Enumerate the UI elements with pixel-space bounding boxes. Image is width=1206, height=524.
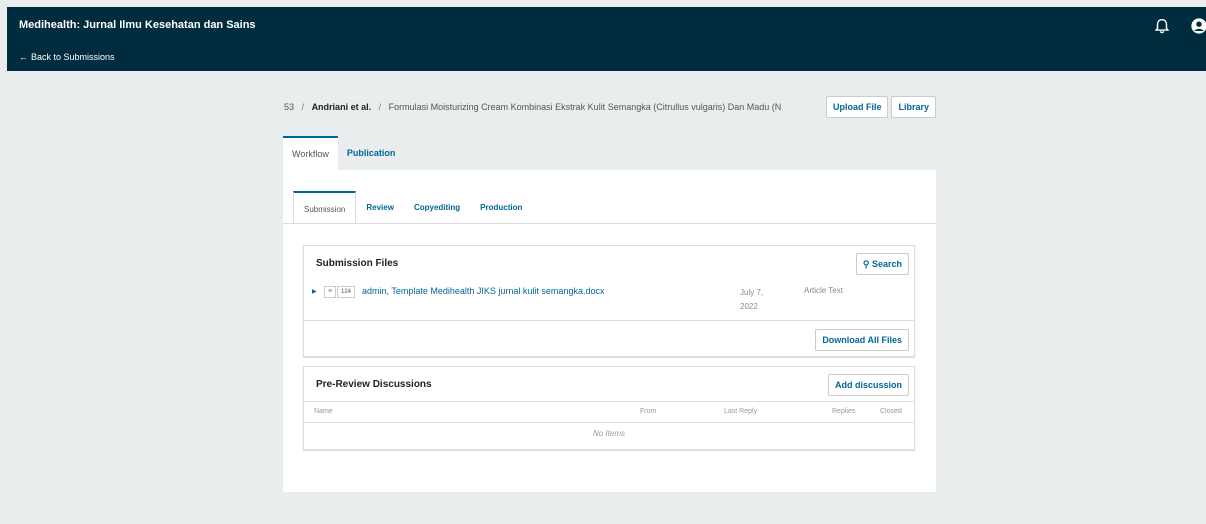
file-date: July 7, 2022 (740, 288, 764, 311)
discussions-column-headers: Name From Last Reply Replies Closed (304, 401, 914, 423)
top-bar: Medihealth: Jurnal Ilmu Kesehatan dan Sa… (7, 7, 1206, 71)
user-icon[interactable] (1190, 17, 1206, 35)
add-discussion-button[interactable]: Add discussion (827, 374, 909, 396)
upload-file-button[interactable]: Upload File (825, 96, 889, 118)
expand-caret-icon[interactable]: ▶ (312, 288, 317, 295)
discussions-title: Pre-Review Discussions (316, 379, 432, 390)
back-to-submissions-link[interactable]: ← Back to Submissions (19, 52, 115, 62)
search-button[interactable]: ⚲ Search (855, 253, 909, 275)
tab-workflow[interactable]: Workflow (283, 136, 338, 171)
site-title[interactable]: Medihealth: Jurnal Ilmu Kesehatan dan Sa… (19, 19, 256, 31)
workflow-tabs: Workflow Publication (283, 136, 404, 171)
tab-production[interactable]: Production (470, 191, 532, 224)
column-closed: Closed (880, 408, 902, 415)
pre-review-discussions-panel: Pre-Review Discussions Add discussion Na… (303, 366, 915, 450)
column-replies: Replies (832, 408, 856, 415)
column-name: Name (314, 408, 333, 415)
tab-submission[interactable]: Submission (293, 191, 357, 224)
submission-author: Andriani et al. (311, 102, 372, 112)
submission-header: 53 / Andriani et al. / Formulasi Moistur… (284, 92, 936, 122)
file-name-link[interactable]: admin, Template Medihealth JIKS jurnal k… (362, 286, 604, 296)
submission-id: 53 (284, 102, 295, 112)
back-link-label: Back to Submissions (31, 52, 115, 62)
stage-tabs: Submission Review Copyediting Production (293, 191, 532, 224)
file-row: ▶ ≡ 124 admin, Template Medihealth JIKS … (304, 281, 914, 321)
bell-icon[interactable] (1153, 17, 1171, 35)
search-label: Search (871, 259, 902, 269)
arrow-left-icon: ← (19, 52, 28, 62)
column-last-reply: Last Reply (724, 408, 758, 415)
submission-title: Formulasi Moisturizing Cream Kombinasi E… (388, 102, 782, 112)
search-icon: ⚲ (862, 259, 870, 269)
workflow-panel: Submission Review Copyediting Production… (283, 170, 936, 492)
tab-divider (283, 223, 936, 224)
submission-files-title: Submission Files (316, 258, 399, 269)
submission-files-panel: Submission Files ⚲ Search ▶ ≡ 124 admin,… (303, 245, 915, 357)
breadcrumb-separator: / (301, 102, 305, 112)
file-type: Article Text (804, 286, 843, 295)
breadcrumb: 53 / Andriani et al. / Formulasi Moistur… (284, 102, 818, 112)
document-icon: ≡ (324, 286, 336, 298)
tab-copyediting[interactable]: Copyediting (404, 191, 470, 224)
download-all-files-button[interactable]: Download All Files (815, 329, 909, 351)
tab-review[interactable]: Review (356, 191, 404, 224)
file-id: 124 (337, 286, 355, 298)
empty-state: No Items (592, 429, 625, 438)
tab-publication[interactable]: Publication (338, 136, 405, 171)
library-button[interactable]: Library (891, 96, 936, 118)
breadcrumb-separator: / (378, 102, 382, 112)
column-from: From (640, 408, 657, 415)
